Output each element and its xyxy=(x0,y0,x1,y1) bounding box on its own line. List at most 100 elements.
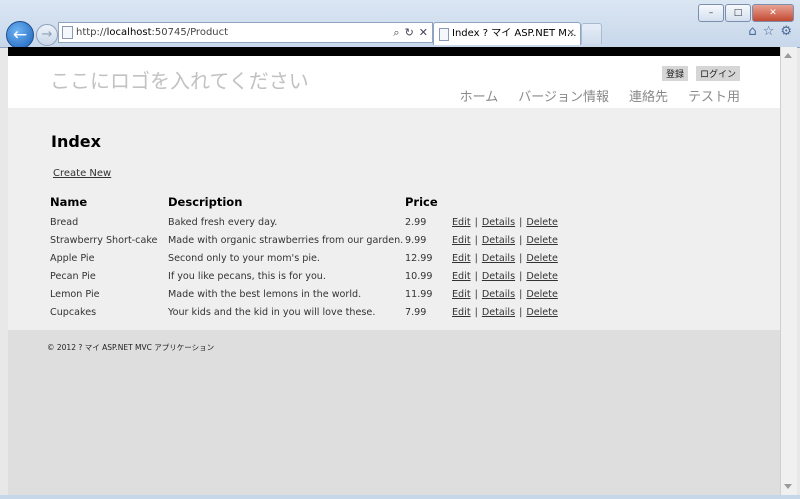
row-actions: Edit | Details | Delete xyxy=(452,267,572,285)
table-row: Pecan Pie If you like pecans, this is fo… xyxy=(50,267,572,285)
column-header-description: Description xyxy=(168,195,243,209)
row-actions: Edit | Details | Delete xyxy=(452,285,572,303)
details-link[interactable]: Details xyxy=(482,307,515,318)
scroll-down-icon[interactable] xyxy=(784,484,792,489)
url-prefix: http:// xyxy=(76,27,107,38)
address-bar[interactable]: http://localhost:50745/Product ⌕ ↻ ✕ xyxy=(58,22,433,43)
url-host: localhost xyxy=(106,27,152,38)
table-row: Apple Pie Second only to your mom's pie.… xyxy=(50,249,572,267)
action-separator: | xyxy=(474,306,478,318)
delete-link[interactable]: Delete xyxy=(526,307,558,318)
login-link[interactable]: ログイン xyxy=(695,66,740,81)
product-price: 11.99 xyxy=(405,288,433,300)
tab-close-icon[interactable]: ✕ xyxy=(567,23,575,45)
product-name: Pecan Pie xyxy=(50,270,96,282)
maximize-button[interactable]: □ xyxy=(725,4,751,22)
action-separator: | xyxy=(519,252,523,264)
action-separator: | xyxy=(474,234,478,246)
products-table: Name Description Price Bread Baked fresh… xyxy=(50,194,572,321)
window-controls: – □ ✕ xyxy=(697,4,794,22)
page-title: Index xyxy=(51,132,101,151)
product-name: Bread xyxy=(50,216,79,228)
delete-link[interactable]: Delete xyxy=(526,289,558,300)
product-description: Made with organic strawberries from our … xyxy=(168,234,404,246)
table-row: Cupcakes Your kids and the kid in you wi… xyxy=(50,303,572,321)
favorites-icon[interactable]: ☆ xyxy=(763,24,775,39)
menu-item-contact[interactable]: 連絡先 xyxy=(629,86,668,105)
product-description: Baked fresh every day. xyxy=(168,216,278,228)
edit-link[interactable]: Edit xyxy=(452,271,471,282)
action-separator: | xyxy=(474,216,478,228)
product-price: 7.99 xyxy=(405,306,427,318)
edit-link[interactable]: Edit xyxy=(452,289,471,300)
table-header-row: Name Description Price xyxy=(50,194,572,213)
table-row: Lemon Pie Made with the best lemons in t… xyxy=(50,285,572,303)
product-price: 2.99 xyxy=(405,216,427,228)
browser-tab[interactable]: Index ? マイ ASP.NET M... ✕ xyxy=(433,22,581,45)
refresh-icon[interactable]: ↻ xyxy=(405,23,414,42)
search-icon[interactable]: ⌕ xyxy=(393,23,399,42)
delete-link[interactable]: Delete xyxy=(526,217,558,228)
address-actions: ⌕ ↻ ✕ xyxy=(393,23,428,42)
menu-item-test[interactable]: テスト用 xyxy=(688,86,740,105)
details-link[interactable]: Details xyxy=(482,235,515,246)
edit-link[interactable]: Edit xyxy=(452,307,471,318)
product-description: If you like pecans, this is for you. xyxy=(168,270,326,282)
edit-link[interactable]: Edit xyxy=(452,217,471,228)
delete-link[interactable]: Delete xyxy=(526,253,558,264)
product-name: Strawberry Short-cake xyxy=(50,234,158,246)
menu-item-about[interactable]: バージョン情報 xyxy=(518,86,609,105)
site-header: ここにロゴを入れてください 登録 ログイン ホーム バージョン情報 連絡先 テス… xyxy=(8,56,780,108)
row-actions: Edit | Details | Delete xyxy=(452,249,572,267)
details-link[interactable]: Details xyxy=(482,217,515,228)
main-menu: ホーム バージョン情報 連絡先 テスト用 xyxy=(460,86,740,105)
product-description: Your kids and the kid in you will love t… xyxy=(168,306,376,318)
action-separator: | xyxy=(519,216,523,228)
product-name: Apple Pie xyxy=(50,252,95,264)
delete-link[interactable]: Delete xyxy=(526,235,558,246)
product-name: Cupcakes xyxy=(50,306,97,318)
main-content: Index Create New Name Description Price … xyxy=(8,108,780,330)
row-actions: Edit | Details | Delete xyxy=(452,303,572,321)
details-link[interactable]: Details xyxy=(482,271,515,282)
browser-tools: ⌂ ☆ ⚙ xyxy=(748,24,792,39)
action-separator: | xyxy=(474,270,478,282)
register-link[interactable]: 登録 xyxy=(661,66,688,81)
vertical-scrollbar[interactable] xyxy=(780,47,797,495)
tab-title: Index ? マイ ASP.NET M... xyxy=(452,28,577,39)
site-logo-text[interactable]: ここにロゴを入れてください xyxy=(50,65,309,94)
close-window-button[interactable]: ✕ xyxy=(752,4,794,22)
column-header-name: Name xyxy=(50,195,88,209)
product-name: Lemon Pie xyxy=(50,288,100,300)
table-row: Strawberry Short-cake Made with organic … xyxy=(50,231,572,249)
new-tab-button[interactable] xyxy=(581,23,602,44)
edit-link[interactable]: Edit xyxy=(452,235,471,246)
product-price: 12.99 xyxy=(405,252,433,264)
login-links: 登録 ログイン xyxy=(661,66,740,81)
page-viewport: ここにロゴを入れてください 登録 ログイン ホーム バージョン情報 連絡先 テス… xyxy=(8,47,780,495)
column-header-price: Price xyxy=(405,195,438,209)
row-actions: Edit | Details | Delete xyxy=(452,231,572,249)
edit-link[interactable]: Edit xyxy=(452,253,471,264)
action-separator: | xyxy=(519,270,523,282)
product-price: 10.99 xyxy=(405,270,433,282)
create-new-link[interactable]: Create New xyxy=(53,168,111,179)
stop-icon[interactable]: ✕ xyxy=(419,23,428,42)
forward-button[interactable]: → xyxy=(36,24,58,46)
home-icon[interactable]: ⌂ xyxy=(748,24,756,39)
gear-icon[interactable]: ⚙ xyxy=(780,24,792,39)
back-button[interactable]: ← xyxy=(6,21,34,49)
address-url[interactable]: http://localhost:50745/Product xyxy=(76,23,228,42)
action-separator: | xyxy=(519,234,523,246)
menu-item-home[interactable]: ホーム xyxy=(460,86,499,105)
minimize-button[interactable]: – xyxy=(698,4,724,22)
delete-link[interactable]: Delete xyxy=(526,271,558,282)
scroll-up-icon[interactable] xyxy=(784,53,792,58)
column-header-actions xyxy=(452,194,572,213)
top-black-bar xyxy=(8,47,780,56)
details-link[interactable]: Details xyxy=(482,289,515,300)
details-link[interactable]: Details xyxy=(482,253,515,264)
table-row: Bread Baked fresh every day. 2.99 Edit | D… xyxy=(50,213,572,231)
url-rest: :50745/Product xyxy=(151,27,229,38)
action-separator: | xyxy=(474,288,478,300)
